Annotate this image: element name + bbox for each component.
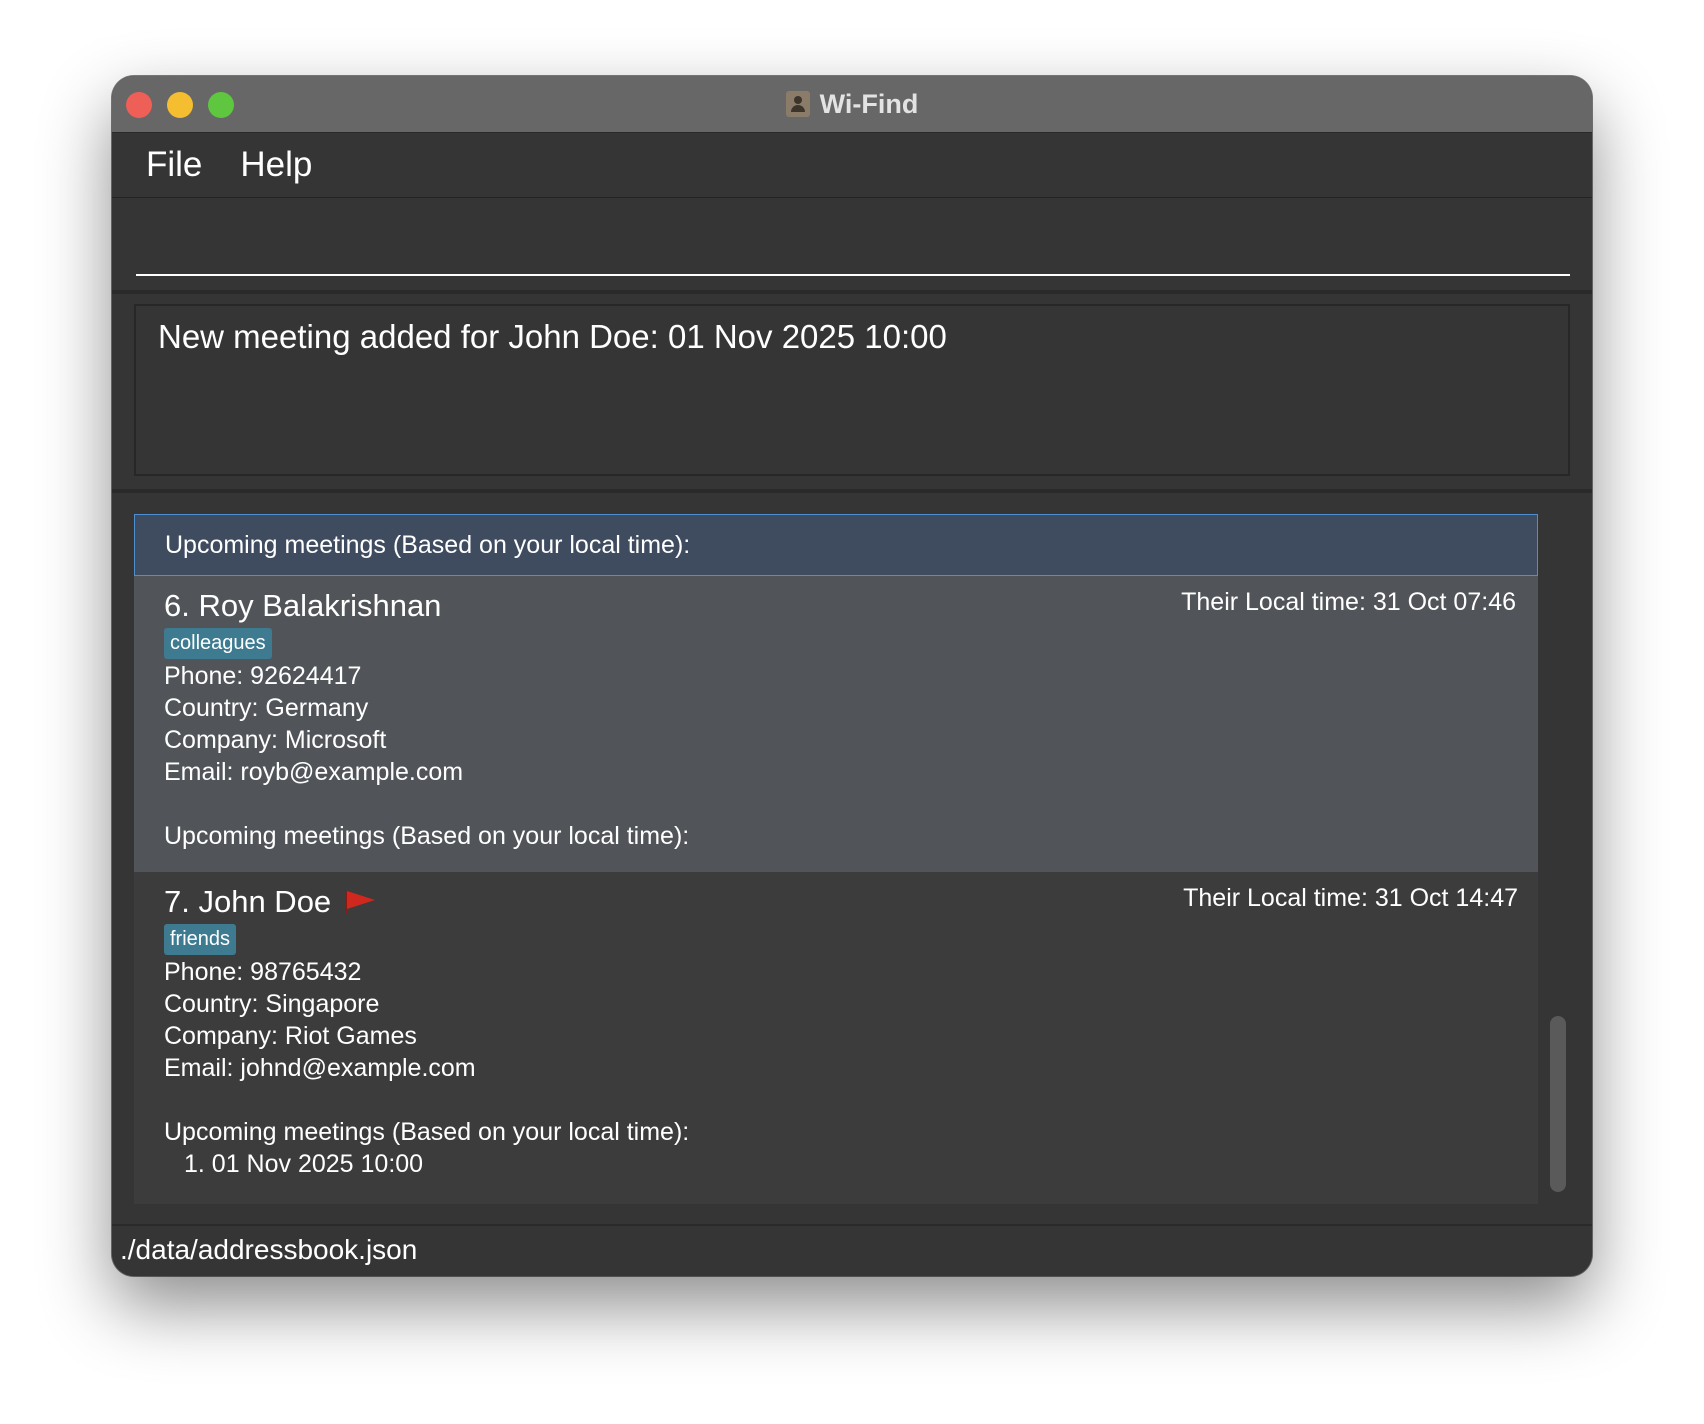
command-area xyxy=(112,198,1592,294)
red-flag-icon xyxy=(343,889,376,915)
person-local-time: Their Local time: 31 Oct 14:47 xyxy=(1183,884,1518,912)
person-meetings-label: Upcoming meetings (Based on your local t… xyxy=(164,822,690,850)
result-display: New meeting added for John Doe: 01 Nov 2… xyxy=(134,304,1570,476)
person-name: 7. John Doe xyxy=(164,884,332,919)
person-list-panel[interactable]: Upcoming meetings (Based on your local t… xyxy=(134,514,1538,1204)
person-phone: Phone: 98765432 xyxy=(164,958,362,986)
menu-bar: File Help xyxy=(112,133,1592,198)
tag-badge: colleagues xyxy=(164,628,272,659)
data-file-path: ./data/addressbook.json xyxy=(120,1234,418,1265)
address-book-icon xyxy=(785,91,810,117)
status-bar: ./data/addressbook.json xyxy=(112,1224,1592,1276)
person-email: Email: johnd@example.com xyxy=(164,1054,476,1082)
app-window: Wi-Find File Help New meeting added for … xyxy=(112,76,1592,1276)
list-scrollbar[interactable] xyxy=(1550,1016,1566,1192)
upcoming-meetings-header: Upcoming meetings (Based on your local t… xyxy=(165,531,691,559)
person-card-john[interactable]: 7. John Doe Their Local time: 31 Oct 14:… xyxy=(134,872,1538,1204)
person-card-roy[interactable]: 6. Roy Balakrishnan Their Local time: 31… xyxy=(134,576,1538,872)
person-name: 6. Roy Balakrishnan xyxy=(164,588,442,623)
menu-file[interactable]: File xyxy=(146,145,202,185)
result-message: New meeting added for John Doe: 01 Nov 2… xyxy=(158,318,947,355)
meeting-item: 1. 01 Nov 2025 10:00 xyxy=(184,1150,424,1178)
tag-badge: friends xyxy=(164,924,237,955)
person-email: Email: royb@example.com xyxy=(164,758,464,786)
window-title-group: Wi-Find xyxy=(112,76,1592,132)
window-title: Wi-Find xyxy=(819,88,919,119)
person-country: Country: Germany xyxy=(164,694,369,722)
person-name-group: 7. John Doe xyxy=(164,884,376,920)
menu-help[interactable]: Help xyxy=(240,145,312,185)
title-bar[interactable]: Wi-Find xyxy=(112,76,1592,133)
person-company: Company: Microsoft xyxy=(164,726,387,754)
list-item-header[interactable]: Upcoming meetings (Based on your local t… xyxy=(134,514,1538,576)
person-country: Country: Singapore xyxy=(164,990,380,1018)
divider xyxy=(112,489,1592,493)
command-input[interactable] xyxy=(136,214,1570,276)
person-local-time: Their Local time: 31 Oct 07:46 xyxy=(1181,588,1516,616)
person-company: Company: Riot Games xyxy=(164,1022,417,1050)
person-meetings-label: Upcoming meetings (Based on your local t… xyxy=(164,1118,690,1146)
person-phone: Phone: 92624417 xyxy=(164,662,362,690)
